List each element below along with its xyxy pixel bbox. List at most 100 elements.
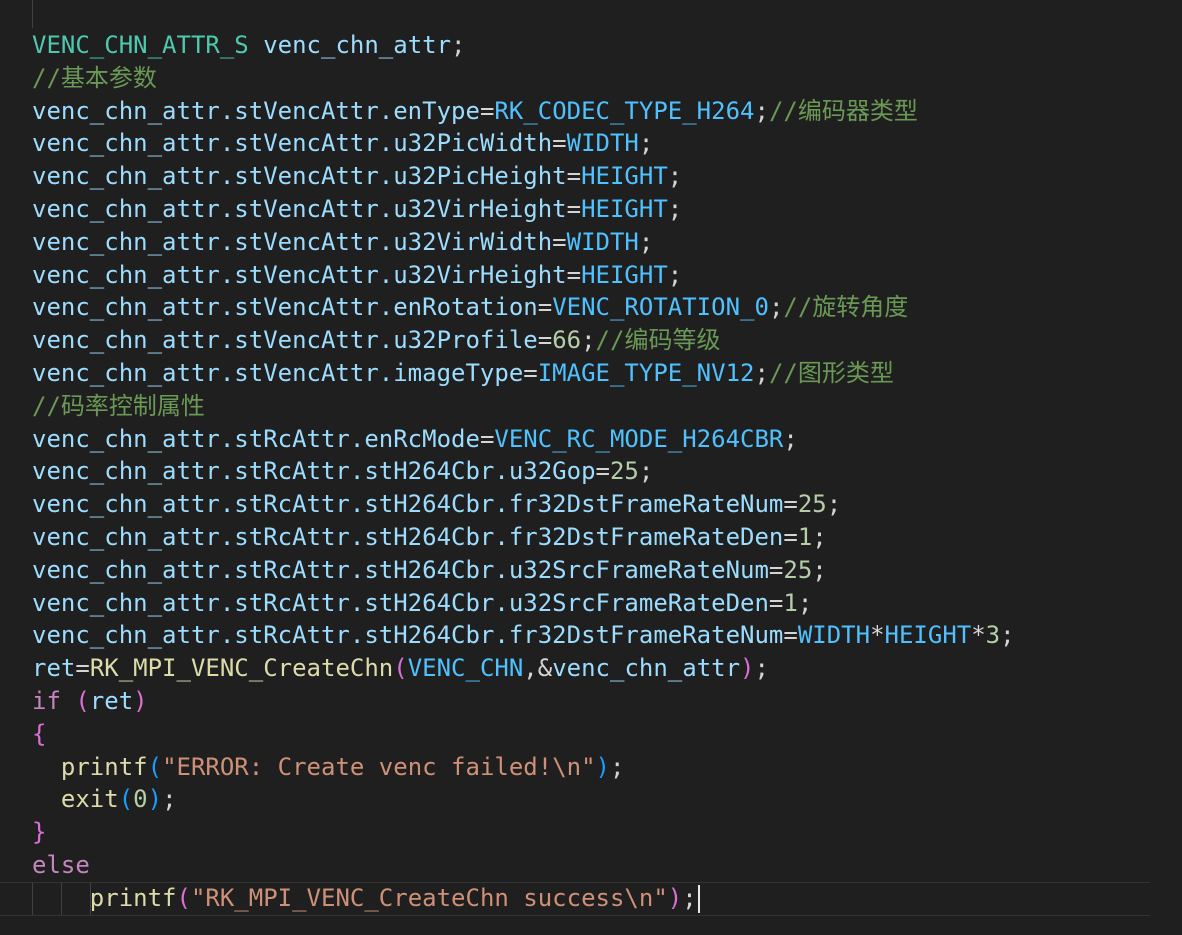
code-token: VENC_RC_MODE_H264CBR bbox=[494, 424, 784, 453]
code-line[interactable]: venc_chn_attr.stVencAttr.u32VirWidth=WID… bbox=[32, 226, 1172, 259]
code-line[interactable]: venc_chn_attr.stVencAttr.u32Profile=66;/… bbox=[32, 324, 1172, 357]
code-line[interactable]: ret=RK_MPI_VENC_CreateChn(VENC_CHN,&venc… bbox=[32, 652, 1172, 685]
code-line[interactable]: //码率控制属性 bbox=[32, 390, 1172, 423]
code-line[interactable]: venc_chn_attr.stVencAttr.u32VirHeight=HE… bbox=[32, 259, 1172, 292]
code-token: 1 bbox=[797, 522, 813, 551]
code-token: 0 bbox=[133, 785, 148, 814]
code-token: //编码器类型 bbox=[768, 96, 918, 125]
code-line[interactable]: } bbox=[32, 816, 1172, 849]
code-token: IMAGE_TYPE_NV12 bbox=[537, 358, 755, 387]
code-token: VENC_CHN_ATTR_S bbox=[32, 31, 249, 59]
code-token: ; bbox=[451, 31, 466, 59]
code-token: HEIGHT bbox=[581, 162, 668, 191]
code-token: else bbox=[32, 850, 90, 879]
code-token: venc_chn_attr.stVencAttr.u32PicWidth bbox=[32, 129, 553, 158]
code-token: HEIGHT bbox=[581, 260, 668, 289]
code-line[interactable]: VENC_CHN_ATTR_S venc_chn_attr; bbox=[32, 29, 1172, 62]
code-token: ; bbox=[610, 752, 625, 781]
code-line[interactable]: venc_chn_attr.stRcAttr.stH264Cbr.fr32Dst… bbox=[32, 619, 1172, 652]
code-editor[interactable]: VENC_CHN_ATTR_S venc_chn_attr;//基本参数 venc… bbox=[0, 0, 1182, 935]
code-line[interactable]: venc_chn_attr.stRcAttr.stH264Cbr.u32SrcF… bbox=[32, 587, 1172, 620]
code-token: } bbox=[32, 818, 47, 847]
code-token: ; bbox=[638, 129, 654, 158]
code-token: ; bbox=[826, 490, 842, 519]
code-token: VENC_CHN bbox=[407, 654, 524, 683]
code-token: ; bbox=[812, 522, 827, 551]
code-line[interactable]: venc_chn_attr.stVencAttr.imageType=IMAGE… bbox=[32, 357, 1172, 390]
code-line[interactable]: venc_chn_attr.stVencAttr.enType=RK_CODEC… bbox=[32, 95, 1172, 128]
code-token: venc_chn_attr.stVencAttr.u32PicHeight bbox=[32, 162, 567, 191]
code-line[interactable]: venc_chn_attr.stVencAttr.u32PicWidth=WID… bbox=[32, 127, 1172, 160]
code-token: = bbox=[479, 424, 495, 453]
code-token: * bbox=[870, 621, 885, 650]
code-token: venc_chn_attr.stRcAttr.stH264Cbr.u32SrcF… bbox=[32, 555, 769, 584]
code-line[interactable]: printf("ERROR: Create venc failed!\n"); bbox=[32, 751, 1172, 784]
code-token: ( bbox=[176, 883, 191, 912]
code-token: venc_chn_attr.stRcAttr.enRcMode bbox=[32, 424, 480, 453]
code-token: = bbox=[537, 293, 553, 322]
code-token: //码率控制属性 bbox=[32, 391, 205, 420]
code-token: WIDTH bbox=[566, 227, 639, 256]
code-token: ( bbox=[393, 654, 408, 683]
code-token: = bbox=[537, 326, 553, 355]
code-token: "ERROR: Create venc failed!\n" bbox=[162, 752, 596, 781]
code-line[interactable]: venc_chn_attr.stRcAttr.stH264Cbr.u32Gop=… bbox=[32, 455, 1172, 488]
code-token: ) bbox=[667, 883, 683, 912]
code-token: ) bbox=[595, 752, 610, 781]
code-token: = bbox=[479, 96, 495, 125]
code-token: //旋转角度 bbox=[783, 293, 909, 322]
code-token: ) bbox=[147, 785, 163, 814]
code-token: venc_chn_attr.stVencAttr.u32VirHeight bbox=[32, 194, 567, 223]
code-token: venc_chn_attr bbox=[552, 654, 741, 683]
code-token: ) bbox=[740, 654, 755, 683]
code-line[interactable]: else bbox=[32, 849, 1172, 882]
code-line[interactable]: exit(0); bbox=[32, 783, 1172, 816]
code-token: if bbox=[32, 686, 76, 715]
code-token: = bbox=[552, 227, 567, 256]
code-line[interactable]: venc_chn_attr.stRcAttr.enRcMode=VENC_RC_… bbox=[32, 423, 1172, 456]
code-token: HEIGHT bbox=[581, 194, 668, 223]
code-token: printf bbox=[89, 883, 177, 912]
code-token: * bbox=[971, 621, 986, 650]
code-token: venc_chn_attr.stRcAttr.stH264Cbr.fr32Dst… bbox=[32, 621, 784, 650]
code-line[interactable]: { bbox=[32, 718, 1172, 751]
code-token: 25 bbox=[783, 555, 813, 584]
code-token: 25 bbox=[609, 457, 639, 486]
code-line-current[interactable]: printf("RK_MPI_VENC_CreateChn success\n"… bbox=[0, 881, 1150, 916]
code-token: 25 bbox=[797, 490, 827, 519]
code-line[interactable]: venc_chn_attr.stRcAttr.stH264Cbr.fr32Dst… bbox=[32, 488, 1172, 521]
code-token: ( bbox=[147, 752, 163, 781]
indent-guide bbox=[61, 882, 62, 915]
code-token: = bbox=[768, 555, 784, 584]
code-token: WIDTH bbox=[566, 129, 639, 158]
code-token: venc_chn_attr.stRcAttr.stH264Cbr.fr32Dst… bbox=[32, 522, 784, 551]
code-token: = bbox=[552, 129, 567, 158]
code-token: ; bbox=[754, 96, 769, 125]
code-token: VENC_ROTATION_0 bbox=[552, 293, 769, 322]
code-token: ; bbox=[667, 162, 683, 191]
code-token: RK_MPI_VENC_CreateChn bbox=[89, 654, 394, 683]
code-line[interactable]: venc_chn_attr.stVencAttr.u32PicHeight=HE… bbox=[32, 160, 1172, 193]
code-token: ; bbox=[162, 785, 177, 814]
code-token: WIDTH bbox=[797, 621, 871, 650]
code-token: venc_chn_attr bbox=[248, 31, 452, 59]
indent-guide bbox=[32, 882, 33, 915]
code-line[interactable]: venc_chn_attr.stRcAttr.stH264Cbr.fr32Dst… bbox=[32, 521, 1172, 554]
code-token: ; bbox=[783, 424, 798, 453]
code-token: = bbox=[783, 490, 798, 519]
code-line[interactable]: venc_chn_attr.stVencAttr.u32VirHeight=HE… bbox=[32, 193, 1172, 226]
code-token: venc_chn_attr.stVencAttr.enType bbox=[32, 96, 480, 125]
code-token: ; bbox=[1000, 621, 1015, 650]
code-area[interactable]: VENC_CHN_ATTR_S venc_chn_attr;//基本参数 venc… bbox=[0, 29, 1172, 916]
code-token: ; bbox=[754, 358, 769, 387]
code-line[interactable]: //基本参数 bbox=[32, 62, 1172, 95]
code-line[interactable]: venc_chn_attr.stRcAttr.stH264Cbr.u32SrcF… bbox=[32, 554, 1172, 587]
code-token: ret bbox=[32, 654, 76, 683]
code-token: = bbox=[783, 522, 798, 551]
code-token: //基本参数 bbox=[32, 63, 157, 92]
code-token: ) bbox=[133, 686, 148, 715]
indent-guide bbox=[32, 0, 33, 28]
code-line[interactable]: if (ret) bbox=[32, 685, 1172, 718]
code-line[interactable]: venc_chn_attr.stVencAttr.enRotation=VENC… bbox=[32, 291, 1172, 324]
